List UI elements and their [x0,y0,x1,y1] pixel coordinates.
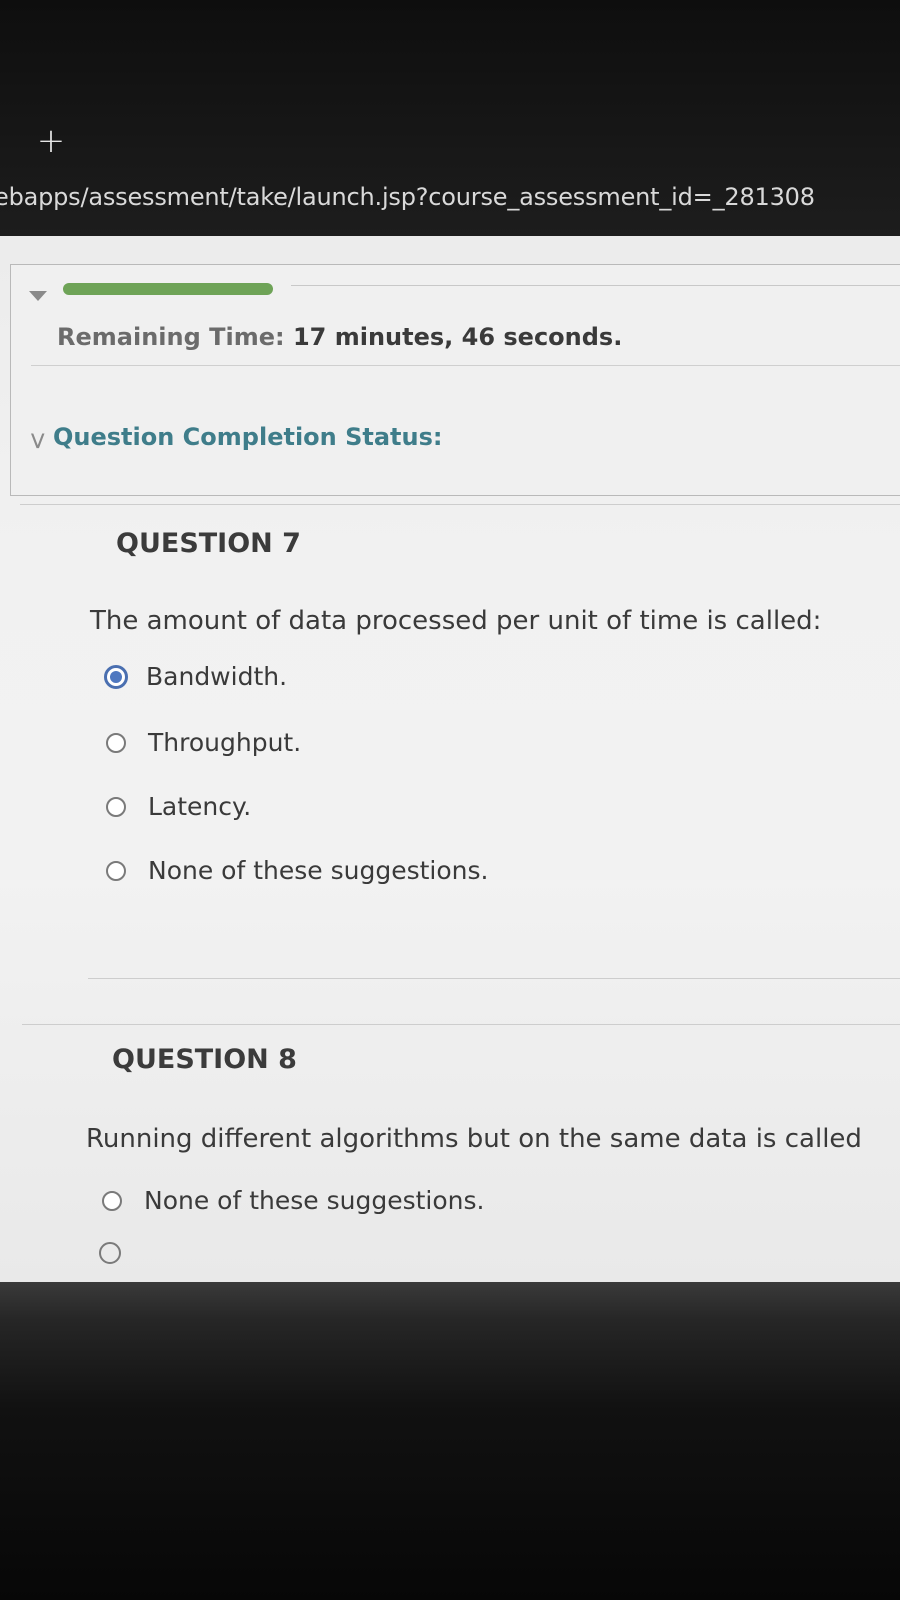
radio-icon[interactable] [106,860,126,881]
address-bar[interactable]: ebapps/assessment/take/launch.jsp?course… [0,183,900,211]
radio-icon[interactable] [106,796,126,817]
divider [20,504,900,505]
browser-chrome: + ebapps/assessment/take/launch.jsp?cour… [0,0,900,236]
answer-option[interactable]: None of these suggestions. [106,856,488,885]
chevron-down-icon: ⋁ [31,430,45,449]
question-8-text: Running different algorithms but on the … [86,1124,862,1154]
radio-icon[interactable] [106,732,126,753]
answer-option[interactable]: None of these suggestions. [102,1186,484,1215]
answer-option-label: Bandwidth. [146,662,288,691]
question-7-title: QUESTION 7 [116,528,301,559]
answer-option-label: Latency. [148,792,252,821]
collapse-triangle-icon[interactable] [29,291,47,301]
divider [22,1024,900,1025]
radio-icon[interactable] [99,1242,121,1264]
divider [31,365,900,366]
assessment-page: Remaining Time: 17 minutes, 46 seconds. … [0,236,900,1282]
divider [88,978,900,979]
remaining-time-label: Remaining Time: [57,323,285,351]
radio-selected-icon[interactable] [104,664,128,689]
screen: + ebapps/assessment/take/launch.jsp?cour… [0,0,900,1600]
radio-icon[interactable] [102,1190,122,1211]
answer-option-label: None of these suggestions. [148,856,489,885]
divider [291,285,900,286]
progress-bar [63,283,273,295]
answer-option-label: Throughput. [148,728,302,757]
question-8-title: QUESTION 8 [112,1044,297,1075]
remaining-time-value: 17 minutes, 46 seconds. [292,323,623,351]
question-completion-label: Question Completion Status: [53,423,443,451]
answer-option[interactable]: Latency. [106,792,251,821]
remaining-time: Remaining Time: 17 minutes, 46 seconds. [57,323,622,351]
plus-icon[interactable]: + [36,124,66,158]
question-completion-toggle[interactable]: ⋁ Question Completion Status: [31,423,443,451]
answer-option[interactable]: Throughput. [106,728,301,757]
monitor-bezel [0,1282,900,1600]
answer-option-label: None of these suggestions. [144,1186,485,1215]
status-panel: Remaining Time: 17 minutes, 46 seconds. … [10,264,900,496]
question-7-text: The amount of data processed per unit of… [90,606,822,636]
answer-option[interactable]: Bandwidth. [104,662,287,691]
